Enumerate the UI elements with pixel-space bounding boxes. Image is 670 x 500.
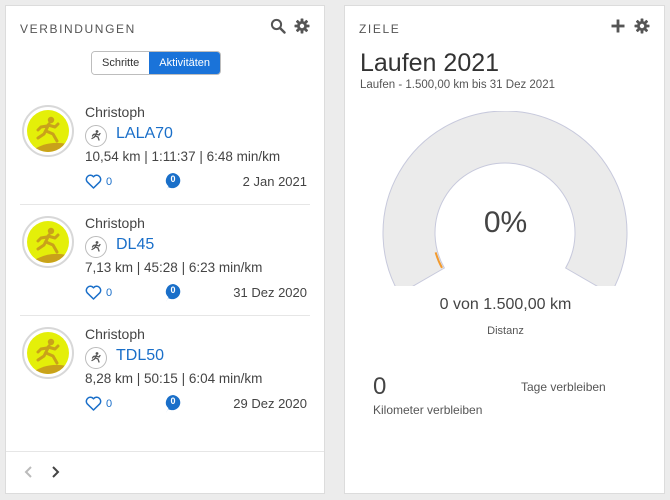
like-count: 0 [106, 397, 113, 410]
activity-title-link[interactable]: DL45 [116, 236, 154, 254]
activity-date: 2 Jan 2021 [242, 174, 307, 189]
running-type-icon [85, 236, 107, 258]
activity-item[interactable]: Christoph LALA70 10,54 km | 1:11:37 | 6:… [6, 94, 324, 205]
goal-progress-gauge [382, 111, 628, 286]
like-button[interactable]: 0 [85, 285, 112, 300]
heart-icon [85, 396, 102, 411]
comment-count: 0 [170, 396, 176, 406]
runner-avatar-icon [33, 116, 67, 152]
comment-button[interactable]: 0 [163, 394, 183, 414]
gear-icon[interactable] [294, 18, 310, 34]
activity-stats: 7,13 km | 45:28 | 6:23 min/km [85, 260, 263, 275]
comment-button[interactable]: 0 [163, 283, 183, 303]
progress-percent: 0% [483, 206, 528, 239]
gauge-track [382, 111, 628, 286]
avatar[interactable] [22, 327, 74, 379]
activity-date: 29 Dez 2020 [233, 396, 307, 411]
like-count: 0 [106, 286, 113, 299]
activity-stats: 8,28 km | 50:15 | 6:04 min/km [85, 371, 263, 386]
chevron-left-icon[interactable] [22, 465, 36, 479]
like-button[interactable]: 0 [85, 396, 112, 411]
runner-avatar-icon [33, 227, 67, 263]
running-type-icon [85, 347, 107, 369]
activity-stats: 10,54 km | 1:11:37 | 6:48 min/km [85, 149, 281, 164]
activity-title-link[interactable]: LALA70 [116, 125, 173, 143]
km-remaining-label: Kilometer verbleiben [373, 403, 483, 417]
toggle-activities[interactable]: Aktivitäten [149, 52, 221, 74]
activity-title-link[interactable]: TDL50 [116, 347, 164, 365]
running-type-icon [85, 125, 107, 147]
like-count: 0 [106, 175, 113, 188]
runner-avatar-icon [33, 338, 67, 374]
comment-count: 0 [170, 285, 176, 295]
toggle-steps[interactable]: Schritte [92, 52, 150, 74]
goal-subtitle: Laufen - 1.500,00 km bis 31 Dez 2021 [360, 79, 555, 91]
avatar[interactable] [22, 216, 74, 268]
heart-icon [85, 285, 102, 300]
connections-card: VERBINDUNGEN Schritte Aktivitäten Christ… [5, 5, 325, 494]
gear-icon[interactable] [634, 18, 650, 34]
goals-card: ZIELE Laufen 2021 Laufen - 1.500,00 km b… [344, 5, 665, 494]
progress-metric-label: Distanz [487, 325, 524, 337]
goals-title: ZIELE [359, 22, 401, 36]
like-button[interactable]: 0 [85, 174, 112, 189]
km-remaining-value: 0 [373, 373, 387, 400]
steps-activities-toggle: Schritte Aktivitäten [91, 51, 222, 75]
progress-amount: 0 von 1.500,00 km [439, 296, 572, 313]
user-name[interactable]: Christoph [85, 215, 145, 231]
goals-header-icons [610, 18, 650, 34]
comment-button[interactable]: 0 [163, 172, 183, 192]
user-name[interactable]: Christoph [85, 104, 145, 120]
activity-item[interactable]: Christoph DL45 7,13 km | 45:28 | 6:23 mi… [6, 205, 324, 316]
activity-date: 31 Dez 2020 [233, 285, 307, 300]
comment-count: 0 [170, 174, 176, 184]
chevron-right-icon[interactable] [48, 465, 62, 479]
activity-item[interactable]: Christoph TDL50 8,28 km | 50:15 | 6:04 m… [6, 316, 324, 427]
avatar[interactable] [22, 105, 74, 157]
goal-title[interactable]: Laufen 2021 [360, 49, 499, 78]
heart-icon [85, 174, 102, 189]
connections-title: VERBINDUNGEN [20, 22, 136, 36]
user-name[interactable]: Christoph [85, 326, 145, 342]
connections-header-icons [270, 18, 310, 34]
search-icon[interactable] [270, 18, 286, 34]
days-remaining-label: Tage verbleiben [521, 380, 606, 394]
pager-divider [6, 451, 324, 452]
plus-icon[interactable] [610, 18, 626, 34]
